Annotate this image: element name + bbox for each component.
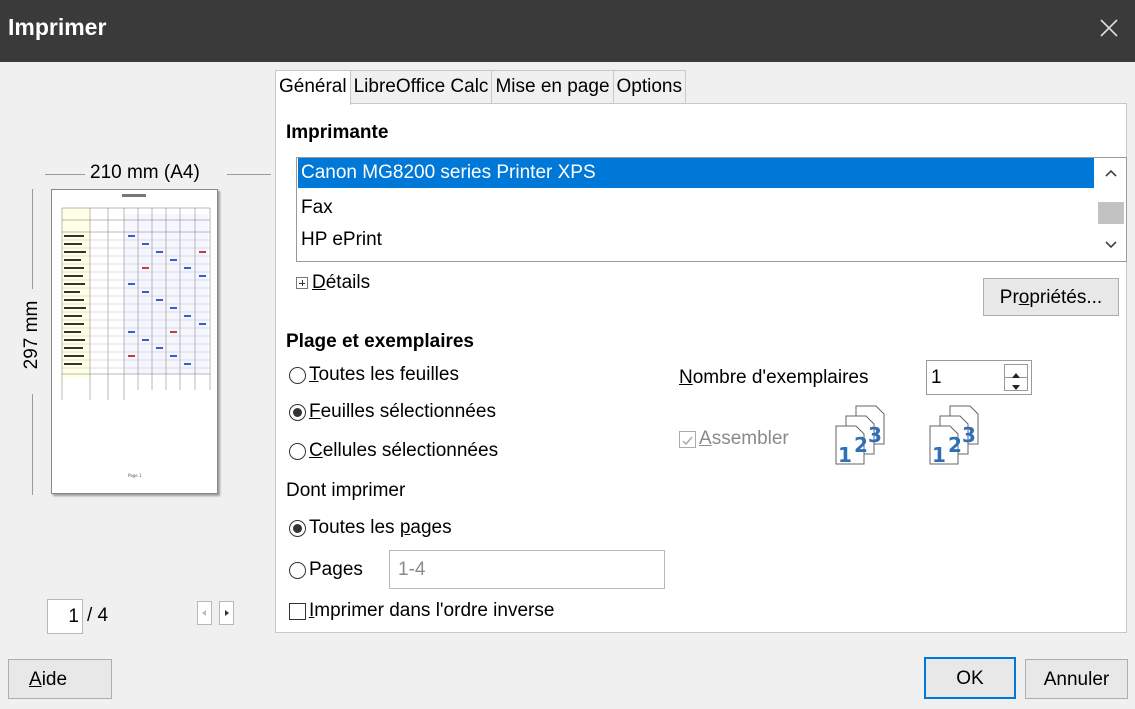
chevron-down-icon[interactable] — [1104, 240, 1118, 250]
preview-page-number-input[interactable]: 1 — [47, 599, 83, 634]
tab-bar: Général LibreOffice Calc Mise en page Op… — [275, 70, 686, 105]
details-expander[interactable]: Détails — [296, 272, 370, 294]
reverse-order-checkbox[interactable]: Imprimer dans l'ordre inverse — [289, 600, 554, 622]
selected-cells-radio[interactable]: Cellules sélectionnées — [289, 440, 498, 462]
expand-plus-icon — [296, 277, 308, 289]
page-height-label: 297 mm — [21, 300, 42, 370]
svg-text:1: 1 — [838, 443, 852, 466]
copies-value[interactable]: 1 — [931, 367, 942, 389]
printer-section-title: Imprimante — [286, 122, 389, 143]
preview-spreadsheet-thumbnail: Page 1 — [61, 194, 211, 478]
details-label: Détails — [312, 272, 371, 293]
print-preview-page: Page 1 — [51, 189, 218, 494]
spin-down-icon[interactable] — [1005, 378, 1027, 391]
cancel-button[interactable]: Annuler — [1025, 659, 1128, 699]
printer-list-item[interactable]: Fax — [298, 193, 1094, 223]
chevron-up-icon[interactable] — [1104, 168, 1118, 178]
range-section-title: Plage et exemplaires — [286, 331, 474, 352]
page-width-dimension: 210 mm (A4) — [45, 160, 271, 186]
page-width-label: 210 mm (A4) — [90, 162, 200, 183]
all-pages-radio[interactable]: Toutes les pages — [289, 517, 452, 539]
tab-options[interactable]: Options — [612, 70, 686, 104]
ok-button[interactable]: OK — [924, 657, 1016, 699]
tab-libreoffice-calc[interactable]: LibreOffice Calc — [349, 70, 493, 104]
preview-next-button[interactable] — [219, 601, 234, 625]
collate-checkbox[interactable]: Assembler — [679, 428, 789, 450]
title-bar: Imprimer — [0, 0, 1135, 62]
copies-label: Nombre d'exemplaires — [679, 367, 869, 388]
spin-up-icon[interactable] — [1005, 365, 1027, 378]
svg-text:3: 3 — [868, 423, 882, 447]
selected-sheets-radio[interactable]: Feuilles sélectionnées — [289, 401, 496, 423]
properties-button[interactable]: Propriétés... — [983, 278, 1119, 316]
checkmark-icon — [682, 436, 693, 445]
preview-page-total: / 4 — [87, 605, 109, 626]
printer-list-scrollbar[interactable] — [1096, 158, 1126, 261]
svg-text:1: 1 — [932, 443, 946, 466]
scrollbar-thumb[interactable] — [1098, 202, 1124, 224]
tab-general[interactable]: Général — [275, 70, 351, 105]
pages-range-input[interactable]: 1-4 — [389, 550, 665, 589]
collate-pages-icon: 1 2 3 — [835, 405, 885, 466]
svg-text:3: 3 — [962, 423, 976, 447]
all-sheets-radio[interactable]: Toutes les feuilles — [289, 364, 459, 386]
pages-radio[interactable]: Pages — [289, 559, 363, 581]
printer-list-item[interactable]: Canon MG8200 series Printer XPS — [298, 158, 1094, 188]
copies-spinbox[interactable]: 1 — [926, 360, 1032, 395]
tab-page-layout[interactable]: Mise en page — [491, 70, 614, 104]
svg-text:2: 2 — [948, 433, 962, 457]
printer-list-item[interactable]: HP ePrint — [298, 225, 1094, 255]
chevron-right-icon — [225, 610, 229, 616]
preview-footer-text: Page 1 — [128, 473, 142, 478]
page-height-dimension: 297 mm — [18, 189, 46, 495]
printer-list[interactable]: Canon MG8200 series Printer XPS Fax HP e… — [296, 157, 1127, 262]
help-button[interactable]: Aide — [8, 659, 112, 699]
window-title: Imprimer — [8, 14, 107, 40]
svg-text:2: 2 — [854, 433, 868, 457]
include-label: Dont imprimer — [286, 480, 406, 501]
chevron-left-icon — [202, 610, 206, 616]
preview-prev-button[interactable] — [197, 601, 212, 625]
collate-pages-icon: 1 2 3 — [929, 405, 979, 466]
copies-spin-arrows[interactable] — [1004, 364, 1028, 391]
close-icon[interactable] — [1097, 16, 1121, 40]
